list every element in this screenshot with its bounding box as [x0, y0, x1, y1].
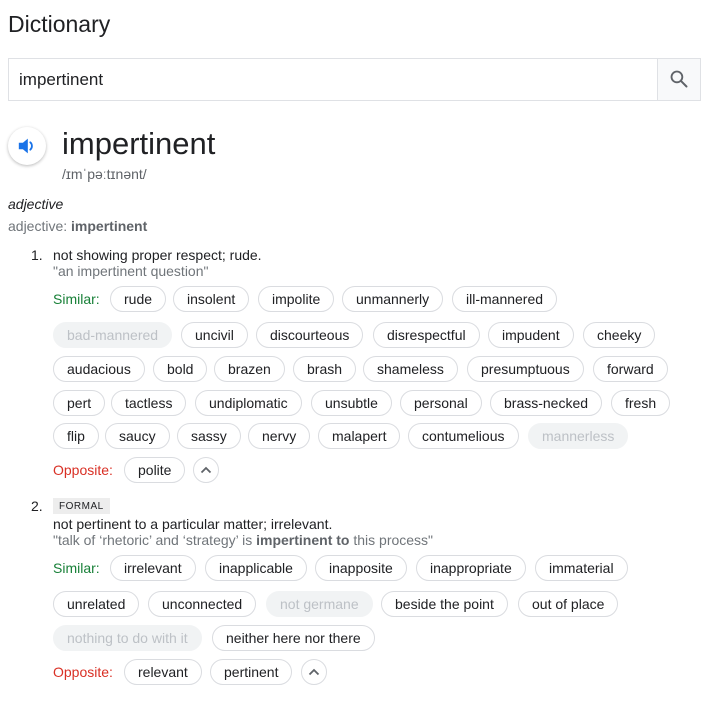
sense-example: "an impertinent question": [53, 263, 209, 279]
similar-chip[interactable]: brash: [293, 356, 357, 382]
sense-number: 2.: [31, 498, 43, 514]
similar-chip[interactable]: out of place: [518, 591, 619, 617]
similar-chip[interactable]: fresh: [611, 390, 671, 416]
search-button[interactable]: [657, 59, 700, 100]
similar-chip[interactable]: ill-mannered: [452, 286, 558, 312]
pos-word: impertinent: [71, 218, 148, 234]
similar-chip: bad-mannered: [53, 322, 173, 348]
sense-definition: not pertinent to a particular matter; ir…: [53, 516, 333, 532]
opposite-chip[interactable]: pertinent: [210, 659, 293, 685]
similar-chip[interactable]: inapposite: [315, 555, 407, 581]
similar-chip[interactable]: bold: [153, 356, 208, 382]
similar-chip[interactable]: pert: [53, 390, 106, 416]
similar-chip[interactable]: neither here nor there: [212, 625, 375, 651]
chevron-up-icon: [200, 466, 212, 474]
similar-chip[interactable]: uncivil: [181, 322, 248, 348]
similar-chip[interactable]: cheeky: [583, 322, 656, 348]
search-box: [8, 58, 701, 101]
similar-chip[interactable]: sassy: [177, 423, 241, 449]
pronunciation-button[interactable]: [8, 127, 46, 165]
similar-chip: nothing to do with it: [53, 625, 202, 651]
similar-chip[interactable]: contumelious: [408, 423, 519, 449]
similar-label: Similar:: [53, 560, 100, 576]
search-input[interactable]: [9, 59, 659, 100]
example-text: this process": [349, 532, 434, 548]
sense-number: 1.: [31, 247, 43, 263]
similar-chip[interactable]: immaterial: [535, 555, 628, 581]
similar-chip[interactable]: saucy: [105, 423, 170, 449]
opposite-label: Opposite:: [53, 462, 113, 478]
sense-example: "talk of ‘rhetoric’ and ‘strategy’ is im…: [53, 532, 433, 548]
similar-chip[interactable]: brazen: [214, 356, 285, 382]
similar-chip[interactable]: unsubtle: [311, 390, 392, 416]
similar-chip[interactable]: undiplomatic: [195, 390, 302, 416]
similar-chip[interactable]: unconnected: [148, 591, 257, 617]
similar-chip[interactable]: audacious: [53, 356, 145, 382]
similar-chip[interactable]: inapplicable: [205, 555, 307, 581]
similar-chip[interactable]: impudent: [488, 322, 574, 348]
page-title: Dictionary: [8, 11, 111, 37]
register-badge: FORMAL: [53, 498, 110, 514]
similar-chip[interactable]: irrelevant: [110, 555, 196, 581]
similar-chip[interactable]: presumptuous: [467, 356, 584, 382]
similar-chip[interactable]: tactless: [111, 390, 187, 416]
similar-chip[interactable]: unrelated: [53, 591, 140, 617]
opposite-chip[interactable]: relevant: [124, 659, 202, 685]
similar-chip: not germane: [266, 591, 373, 617]
similar-chip[interactable]: discourteous: [256, 322, 364, 348]
example-text: "talk of ‘rhetoric’ and ‘strategy’ is: [53, 532, 257, 548]
similar-chip[interactable]: disrespectful: [373, 322, 480, 348]
example-highlight: impertinent to: [256, 532, 350, 548]
collapse-button[interactable]: [301, 659, 327, 685]
similar-chip[interactable]: beside the point: [381, 591, 508, 617]
similar-chip: mannerless: [528, 423, 629, 449]
similar-chip[interactable]: nervy: [248, 423, 311, 449]
similar-chip[interactable]: brass-necked: [490, 390, 603, 416]
similar-chip[interactable]: rude: [110, 286, 167, 312]
similar-chip[interactable]: personal: [400, 390, 482, 416]
opposite-label: Opposite:: [53, 664, 113, 680]
similar-chip[interactable]: malapert: [318, 423, 401, 449]
collapse-button[interactable]: [193, 457, 219, 483]
similar-chip[interactable]: impolite: [258, 286, 335, 312]
opposite-chip[interactable]: polite: [124, 457, 186, 483]
similar-chip[interactable]: flip: [53, 423, 99, 449]
headword: impertinent: [62, 126, 216, 161]
word-forms-line: adjective: impertinent: [8, 218, 147, 234]
search-icon: [670, 70, 688, 88]
similar-chip[interactable]: shameless: [363, 356, 458, 382]
sense-definition: not showing proper respect; rude.: [53, 247, 262, 263]
similar-chip[interactable]: forward: [593, 356, 668, 382]
similar-chip[interactable]: unmannerly: [342, 286, 444, 312]
similar-chip[interactable]: insolent: [173, 286, 250, 312]
pos-label: adjective:: [8, 218, 68, 234]
part-of-speech: adjective: [8, 196, 64, 212]
similar-label: Similar:: [53, 291, 100, 307]
similar-chip[interactable]: inappropriate: [416, 555, 526, 581]
phonetic: /ɪmˈpəːtɪnənt/: [62, 166, 147, 182]
speaker-icon: [18, 138, 33, 154]
chevron-up-icon: [308, 668, 320, 676]
